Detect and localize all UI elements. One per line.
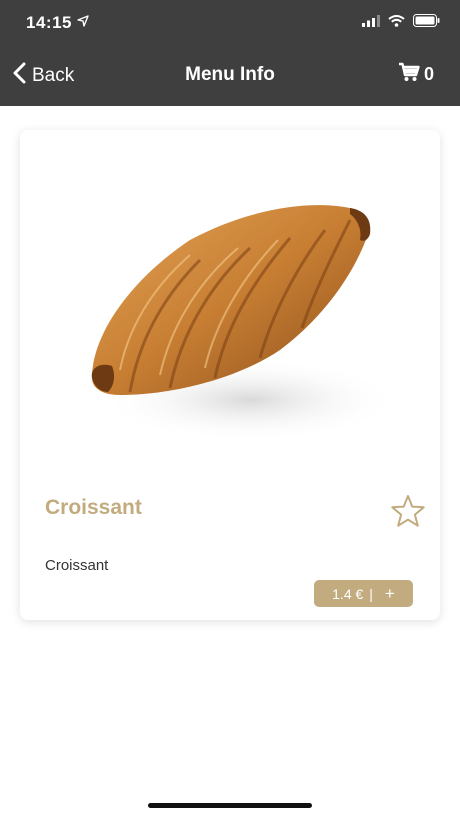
product-description: Croissant: [45, 557, 109, 574]
page-title: Menu Info: [185, 64, 275, 85]
header: 14:15 Back Menu Info 0: [0, 0, 460, 106]
nav-bar: Back Menu Info 0: [0, 44, 460, 106]
add-icon: +: [384, 583, 395, 603]
signal-icon: [362, 14, 380, 32]
croissant-photo: [20, 130, 440, 475]
cart-count: 0: [423, 64, 434, 84]
star-outline-icon: [390, 495, 426, 532]
status-icons: [362, 14, 440, 32]
battery-icon: [413, 14, 440, 32]
status-bar: 14:15: [0, 0, 460, 44]
price-separator: |: [369, 585, 373, 602]
product-card: Croissant Croissant 1.4 € | +: [20, 130, 440, 620]
favorite-button[interactable]: [390, 494, 426, 533]
wifi-icon: [388, 14, 405, 32]
cart-button[interactable]: 0: [398, 62, 434, 87]
location-arrow-icon: [77, 14, 89, 32]
product-name: Croissant: [45, 496, 142, 519]
home-indicator: [148, 803, 312, 808]
status-time: 14:15: [26, 13, 72, 32]
cart-icon: [398, 62, 420, 87]
price-label: 1.4 €: [332, 585, 364, 602]
add-to-cart-button[interactable]: 1.4 € | +: [314, 580, 413, 607]
